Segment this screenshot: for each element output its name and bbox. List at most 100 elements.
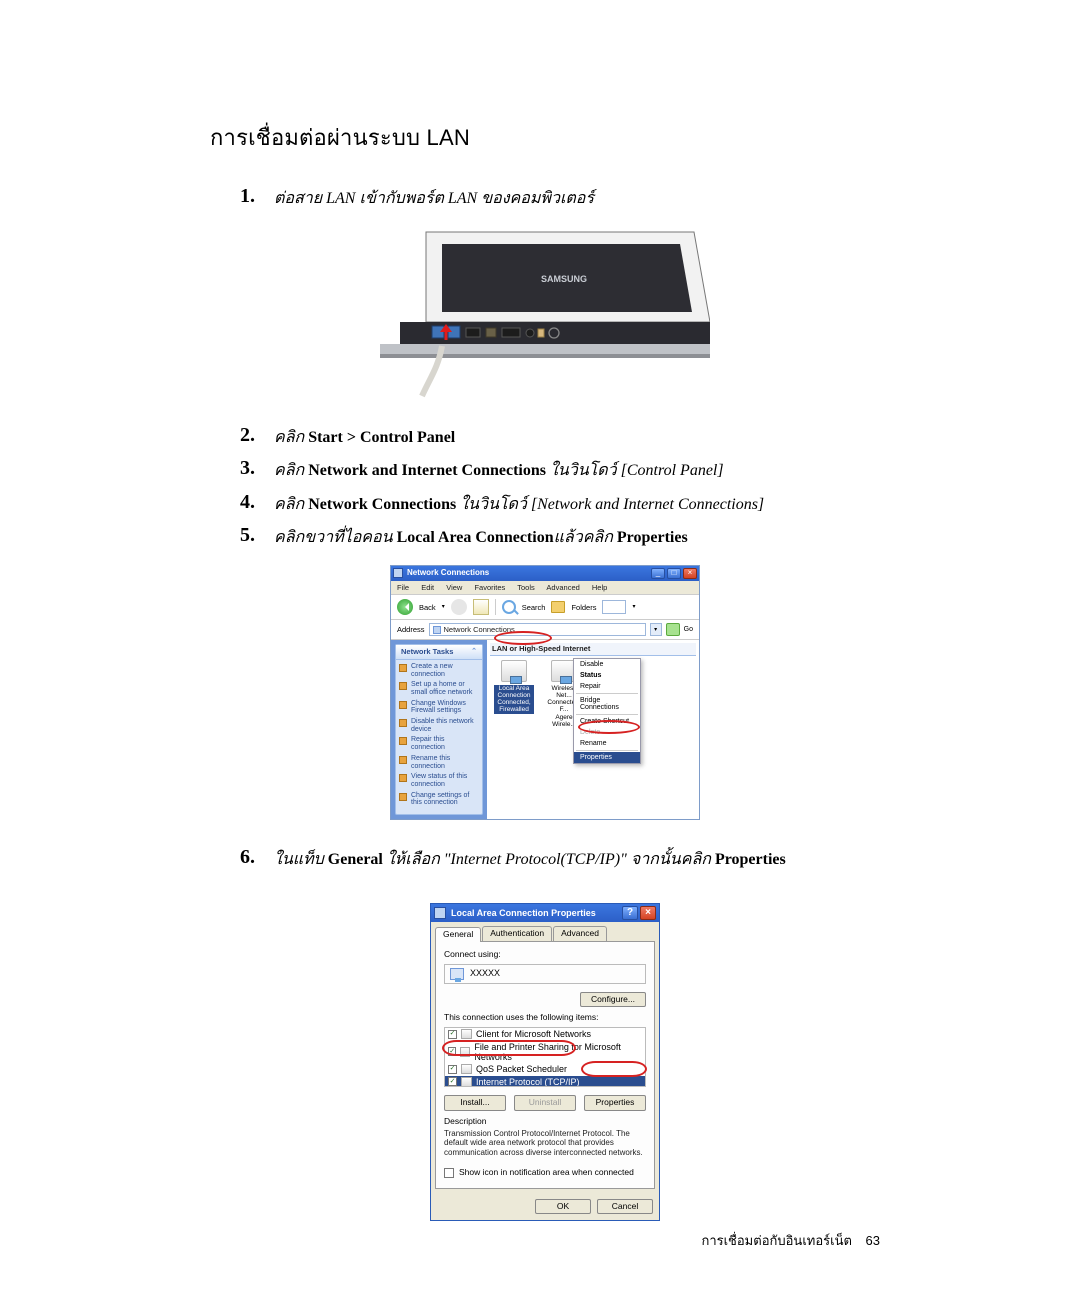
search-label[interactable]: Search [522, 604, 546, 612]
description-text: Transmission Control Protocol/Internet P… [444, 1129, 646, 1158]
toolbar: Back▾ Search Folders ▾ [391, 594, 699, 620]
task-icon [399, 664, 407, 672]
task-item[interactable]: Rename this connection [399, 755, 479, 770]
folders-icon[interactable] [551, 601, 565, 613]
go-button[interactable] [666, 623, 680, 636]
step-1: 1. ต่อสาย LAN เข้ากับพอร์ต LAN ของคอมพิว… [240, 185, 880, 212]
install-button[interactable]: Install... [444, 1095, 506, 1111]
tab-authentication[interactable]: Authentication [482, 926, 552, 941]
task-item[interactable]: Disable this network device [399, 718, 479, 733]
task-item[interactable]: View status of this connection [399, 773, 479, 788]
help-button[interactable]: ? [622, 906, 638, 920]
category-header: LAN or High-Speed Internet [490, 643, 696, 656]
close-button[interactable]: × [640, 906, 656, 920]
go-label: Go [684, 626, 693, 633]
ctx-properties[interactable]: Properties [574, 752, 640, 763]
show-icon-checkbox[interactable]: Show icon in notification area when conn… [444, 1168, 646, 1178]
address-dropdown-icon[interactable]: ▾ [650, 623, 662, 636]
properties-button[interactable]: Properties [584, 1095, 646, 1111]
adapter-field: XXXXX [444, 964, 646, 984]
tabs: General Authentication Advanced [431, 922, 659, 941]
item-icon [461, 1029, 472, 1039]
step-text: ในวินโดว์ [Control Panel] [546, 462, 724, 479]
checkbox-icon[interactable] [444, 1168, 454, 1178]
step-text: แล้วคลิก [554, 529, 617, 546]
items-list[interactable]: ✓Client for Microsoft Networks ✓File and… [444, 1027, 646, 1087]
task-icon [399, 793, 407, 801]
back-icon[interactable] [397, 599, 413, 615]
step-5: 5. คลิกขวาที่ไอคอน Local Area Connection… [240, 524, 880, 551]
step-number: 2. [240, 424, 274, 451]
minimize-button[interactable]: _ [651, 568, 665, 579]
step-bold: Properties [715, 851, 786, 868]
list-item[interactable]: ✓Client for Microsoft Networks [445, 1028, 645, 1040]
list-item[interactable]: ✓File and Printer Sharing for Microsoft … [445, 1041, 645, 1064]
back-label[interactable]: Back [419, 604, 436, 612]
menu-favorites[interactable]: Favorites [474, 583, 505, 592]
ctx-status[interactable]: Status [574, 670, 640, 681]
maximize-button[interactable]: □ [667, 568, 681, 579]
checkbox-icon[interactable]: ✓ [448, 1077, 457, 1086]
checkbox-icon[interactable]: ✓ [448, 1065, 457, 1074]
task-item[interactable]: Set up a home or small office network [399, 681, 479, 696]
laptop-svg: SAMSUNG [380, 228, 710, 398]
list-item-tcpip[interactable]: ✓Internet Protocol (TCP/IP) [445, 1076, 645, 1088]
checkbox-icon[interactable]: ✓ [448, 1047, 456, 1056]
task-icon [399, 701, 407, 709]
checkbox-icon[interactable]: ✓ [448, 1030, 457, 1039]
panel-header: Network Tasks [401, 648, 453, 656]
sidebar: Network Tasks ⌃ Create a new connection S… [391, 640, 487, 819]
list-item[interactable]: ✓QoS Packet Scheduler [445, 1063, 645, 1075]
step-6: 6. ในแท็บ General ให้เลือก "Internet Pro… [240, 846, 880, 873]
adapter-name: XXXXX [470, 968, 500, 978]
task-item[interactable]: Create a new connection [399, 663, 479, 678]
search-icon[interactable] [502, 600, 516, 614]
ctx-bridge[interactable]: Bridge Connections [574, 695, 640, 713]
step-bold: Network Connections [308, 496, 456, 513]
ok-button[interactable]: OK [535, 1199, 591, 1215]
address-icon [433, 626, 441, 634]
step-list-cont: 2. คลิก Start > Control Panel 3. คลิก Ne… [210, 424, 880, 551]
network-tasks-panel: Network Tasks ⌃ Create a new connection S… [395, 644, 483, 815]
folders-label[interactable]: Folders [571, 604, 596, 612]
forward-icon[interactable] [451, 599, 467, 615]
collapse-icon[interactable]: ⌃ [471, 648, 477, 656]
menubar[interactable]: File Edit View Favorites Tools Advanced … [391, 581, 699, 595]
ctx-shortcut[interactable]: Create Shortcut [574, 716, 640, 727]
footer-section: การเชื่อมต่อกับอินเทอร์เน็ต [701, 1233, 851, 1248]
ctx-rename[interactable]: Rename [574, 738, 640, 749]
task-item[interactable]: Change Windows Firewall settings [399, 700, 479, 715]
screenshot-network-connections: Network Connections _ □ × File Edit View… [210, 565, 880, 820]
address-input[interactable]: Network Connections [429, 623, 646, 636]
menu-view[interactable]: View [446, 583, 462, 592]
connection-local-area[interactable]: Local Area ConnectionConnected, Firewall… [494, 660, 534, 728]
step-number: 5. [240, 524, 274, 551]
tab-general[interactable]: General [435, 927, 481, 942]
ctx-delete: Delete [574, 727, 640, 738]
menu-advanced[interactable]: Advanced [546, 583, 579, 592]
configure-button[interactable]: Configure... [580, 992, 646, 1008]
step-number: 1. [240, 185, 274, 212]
menu-file[interactable]: File [397, 583, 409, 592]
task-icon [399, 719, 407, 727]
step-text: ต่อสาย LAN เข้ากับพอร์ต LAN ของคอมพิวเตอ… [274, 190, 594, 207]
menu-help[interactable]: Help [592, 583, 607, 592]
task-item[interactable]: Repair this connection [399, 736, 479, 751]
address-label: Address [397, 626, 425, 634]
step-text: ให้เลือก "Internet Protocol(TCP/IP)" จาก… [383, 851, 715, 868]
ctx-disable[interactable]: Disable [574, 659, 640, 670]
task-icon [399, 756, 407, 764]
menu-tools[interactable]: Tools [517, 583, 535, 592]
up-icon[interactable] [473, 599, 489, 615]
tab-advanced[interactable]: Advanced [553, 926, 607, 941]
views-icon[interactable] [602, 600, 626, 614]
ctx-repair[interactable]: Repair [574, 681, 640, 692]
main-area: LAN or High-Speed Internet Local Area Co… [487, 640, 699, 819]
step-list-cont2: 6. ในแท็บ General ให้เลือก "Internet Pro… [210, 846, 880, 873]
cancel-button[interactable]: Cancel [597, 1199, 653, 1215]
item-icon [461, 1064, 472, 1074]
task-item[interactable]: Change settings of this connection [399, 792, 479, 807]
menu-edit[interactable]: Edit [421, 583, 434, 592]
close-button[interactable]: × [683, 568, 697, 579]
dialog-icon [434, 907, 446, 919]
